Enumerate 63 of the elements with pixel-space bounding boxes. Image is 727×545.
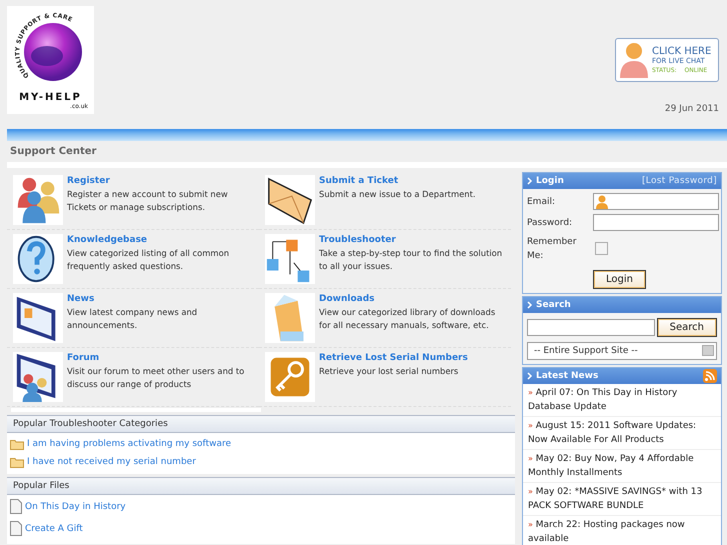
feature-description: Submit a new issue to a Department. bbox=[319, 188, 476, 201]
forum-screen-icon bbox=[13, 352, 63, 402]
search-field[interactable] bbox=[527, 319, 655, 336]
connected-cubes-icon bbox=[265, 234, 315, 284]
lost-password-link[interactable]: [Lost Password] bbox=[642, 176, 717, 186]
key-icon bbox=[265, 352, 315, 402]
chevron-icon bbox=[527, 372, 533, 380]
folder-icon bbox=[10, 438, 24, 450]
document-icon bbox=[10, 521, 22, 536]
password-field[interactable] bbox=[593, 214, 719, 231]
news-link[interactable]: » May 02: *MASSIVE SAVINGS* with 13 PACK SOFTWARE BUNDLE bbox=[523, 483, 721, 516]
feature-link[interactable]: Retrieve Lost Serial Numbers bbox=[319, 352, 468, 365]
category-link[interactable]: I have not received my serial number bbox=[27, 457, 196, 467]
field-label: Password: bbox=[527, 218, 574, 228]
document-icon bbox=[10, 499, 22, 514]
rss-icon[interactable] bbox=[703, 369, 717, 383]
feature-description: Retrieve your lost serial numbers bbox=[319, 365, 460, 378]
news-link[interactable]: » April 07: On This Day in History Database Update bbox=[523, 384, 721, 417]
file-link[interactable]: On This Day in History bbox=[25, 502, 126, 512]
folder-icon bbox=[10, 456, 24, 468]
person-icon bbox=[619, 41, 649, 79]
panel-title: Latest News bbox=[536, 371, 598, 381]
scope-dropdown[interactable]: -- Entire Support Site -- bbox=[527, 342, 717, 360]
email-field[interactable] bbox=[593, 193, 719, 210]
section-header: Popular Troubleshooter Categories bbox=[7, 416, 515, 433]
field-label: Email: bbox=[527, 196, 556, 206]
envelope-icon bbox=[265, 175, 315, 225]
people-icon bbox=[13, 175, 63, 225]
newspaper-icon bbox=[13, 293, 63, 343]
feature-description: View latest company news and announcements. bbox=[67, 306, 198, 332]
search-button[interactable]: Search bbox=[656, 318, 717, 337]
login-button[interactable]: Login bbox=[593, 270, 646, 289]
feature-link[interactable]: Submit a Ticket bbox=[319, 175, 476, 188]
feature-description: Visit our forum to meet other users and to discuss our range of products bbox=[67, 365, 246, 391]
date: 29 Jun 2011 bbox=[664, 104, 719, 114]
feature-link[interactable]: News bbox=[67, 293, 257, 306]
logo-name: MY-HELP bbox=[19, 92, 82, 103]
chevron-icon bbox=[527, 177, 533, 185]
file-link[interactable]: Create A Gift bbox=[25, 524, 83, 534]
feature-link[interactable]: Downloads bbox=[319, 293, 509, 306]
feature-description: View categorized listing of all common frequently asked questions. bbox=[67, 247, 230, 273]
panel-title: Login bbox=[536, 176, 564, 186]
field-label: Remember Me: bbox=[527, 236, 577, 263]
page-title: Support Center bbox=[9, 145, 98, 159]
news-link[interactable]: » May 02: Buy Now, Pay 4 Affordable Monthly Installments bbox=[523, 450, 721, 483]
open-box-icon bbox=[265, 293, 315, 343]
chevron-icon bbox=[527, 301, 533, 309]
news-link[interactable]: » August 15: 2011 Software Updates: Now Available For All Products bbox=[523, 417, 721, 450]
question-mark-icon bbox=[13, 234, 63, 284]
feature-description: View our categorized library of downloads for all necessary manuals, software, etc. bbox=[319, 306, 496, 332]
feature-link[interactable]: Register bbox=[67, 175, 257, 188]
remember-checkbox[interactable] bbox=[595, 242, 608, 254]
feature-description: Register a new account to submit new Tickets or manage subscriptions. bbox=[67, 188, 229, 214]
person-icon bbox=[596, 194, 608, 208]
news-link[interactable]: » March 22: Hosting packages now available bbox=[523, 516, 721, 545]
feature-link[interactable]: Knowledgebase bbox=[67, 234, 257, 247]
chat-headline: CLICK HERE bbox=[652, 46, 712, 56]
feature-link[interactable]: Troubleshooter bbox=[319, 234, 509, 247]
feature-description: Take a step-by-step tour to find the solution to all your issues. bbox=[319, 247, 504, 273]
feature-link[interactable]: Forum bbox=[67, 352, 257, 365]
panel-title: Search bbox=[536, 300, 571, 310]
section-header: Popular Files bbox=[7, 478, 515, 495]
category-link[interactable]: I am having problems activating my software bbox=[27, 439, 232, 449]
